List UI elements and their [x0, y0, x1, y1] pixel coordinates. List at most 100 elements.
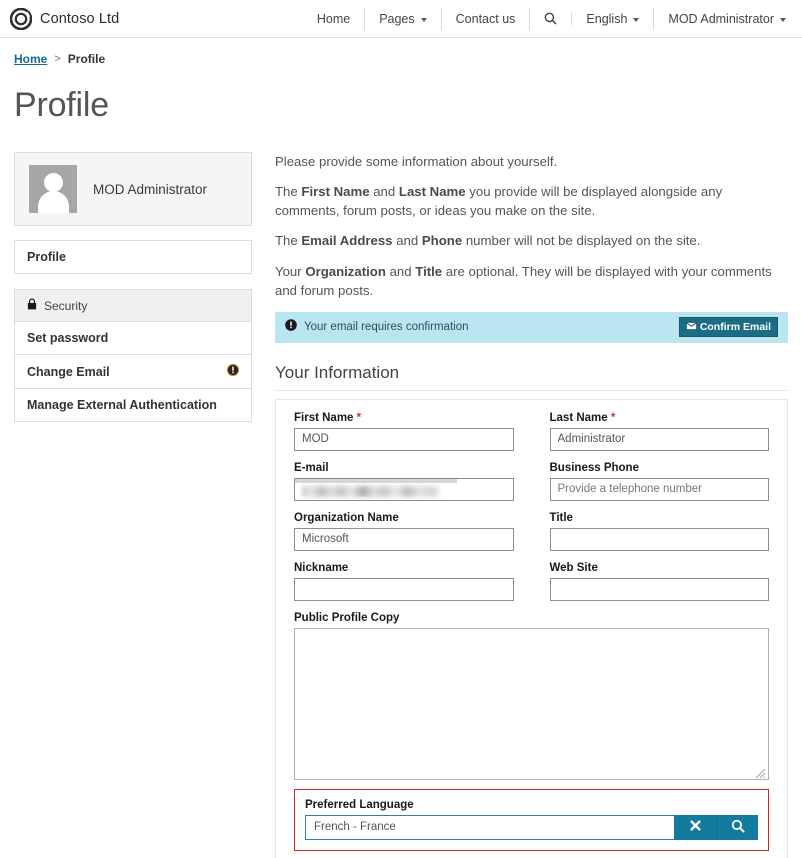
main-nav: Home Pages Contact us English MOD Admini… [303, 7, 790, 30]
nav-item-language[interactable]: English [572, 7, 655, 30]
preferred-language-clear-button[interactable] [674, 814, 716, 840]
email-label-text: E-mail [294, 461, 329, 474]
preferred-language-label: Preferred Language [305, 799, 758, 811]
email-label: E-mail [294, 462, 514, 474]
intro-p2-bold-last-name: Last Name [398, 184, 466, 200]
section-title-your-information: Your Information [275, 363, 788, 391]
field-group-title: Title [549, 512, 770, 551]
last-name-label: Last Name * [550, 412, 770, 424]
title-input[interactable] [549, 527, 769, 551]
field-group-organization-name: Organization Name [294, 512, 514, 551]
field-group-last-name: Last Name * [549, 412, 770, 451]
user-avatar-placeholder-icon [29, 165, 77, 213]
organization-name-label-text: Organization Name [294, 511, 399, 524]
intro-p4-bold-organization: Organization [305, 263, 386, 279]
nav-search-button[interactable] [530, 12, 573, 25]
chevron-down-icon [633, 17, 640, 22]
field-group-business-phone: Business Phone [549, 462, 769, 501]
sidebar-item-change-email-label: Change Email [27, 364, 110, 379]
nickname-label-text: Nickname [294, 561, 349, 574]
chevron-down-icon [780, 17, 786, 22]
public-profile-copy-textarea[interactable] [294, 627, 769, 780]
sidebar-item-change-email[interactable]: Change Email [15, 355, 251, 389]
first-name-label-text: First Name [294, 411, 354, 424]
intro-p3-part-d: number will not be displayed on the site… [462, 233, 701, 249]
nav-item-user-menu-label: MOD Administrator [668, 11, 774, 26]
field-group-email: E-mail [294, 462, 514, 501]
intro-paragraph-1: Please provide some information about yo… [275, 154, 558, 169]
nav-item-pages[interactable]: Pages [365, 7, 442, 30]
sidebar-item-set-password-label: Set password [27, 331, 109, 345]
page-title: Profile [14, 86, 109, 124]
form-row-email-phone: E-mail Business Phone [294, 462, 769, 501]
nav-item-language-label: English [586, 11, 628, 26]
business-phone-input[interactable] [549, 477, 769, 501]
confirm-email-button[interactable]: Confirm Email [678, 317, 778, 338]
web-site-label: Web Site [550, 562, 770, 574]
sidebar: MOD Administrator Profile Security Set p… [14, 152, 252, 422]
alert-message: Your email requires confirmation [304, 321, 469, 334]
web-site-input[interactable] [549, 577, 769, 601]
search-icon [544, 12, 557, 25]
intro-p2-part-c: and [369, 184, 399, 200]
nav-item-user-menu[interactable]: MOD Administrator [654, 8, 790, 30]
form-row-organization-title: Organization Name Title [294, 512, 769, 551]
field-group-web-site: Web Site [549, 562, 770, 601]
page-layout: MOD Administrator Profile Security Set p… [0, 125, 802, 858]
close-x-icon [689, 819, 702, 835]
organization-name-input[interactable] [294, 527, 514, 551]
sidebar-item-profile[interactable]: Profile [15, 241, 251, 274]
breadcrumb-link-home[interactable]: Home [14, 52, 47, 66]
first-name-input[interactable] [294, 427, 514, 451]
field-group-public-profile-copy: Public Profile Copy [294, 612, 769, 780]
nav-item-contact-us[interactable]: Contact us [442, 7, 531, 30]
form-row-nickname-website: Nickname Web Site [294, 562, 769, 601]
intro-p3-part-c: and [392, 233, 422, 249]
email-redacted-value [302, 485, 441, 497]
profile-card-name: MOD Administrator [93, 181, 208, 197]
required-asterisk: * [610, 411, 616, 424]
title-label: Title [550, 512, 770, 524]
sidebar-item-set-password[interactable]: Set password [15, 322, 251, 355]
intro-paragraph-3: The Email Address and Phone number will … [275, 231, 788, 250]
public-profile-copy-wrapper [294, 627, 769, 780]
first-name-label: First Name * [294, 412, 514, 424]
intro-paragraph-2: The First Name and Last Name you provide… [275, 182, 788, 220]
title-label-text: Title [549, 511, 573, 524]
intro-p2-part-a: The [275, 184, 302, 200]
last-name-input[interactable] [549, 427, 769, 451]
contoso-ring-logo-icon [9, 7, 33, 30]
sidebar-item-manage-external-authentication[interactable]: Manage External Authentication [15, 389, 251, 422]
last-name-label-text: Last Name [549, 411, 608, 424]
main-content: Please provide some information about yo… [275, 152, 788, 858]
preferred-language-input[interactable] [305, 814, 674, 840]
public-profile-copy-label-text: Public Profile Copy [294, 611, 400, 624]
nav-item-contact-us-label: Contact us [455, 11, 516, 26]
brand-logo-link[interactable]: Contoso Ltd [9, 7, 119, 30]
confirm-email-button-label: Confirm Email [699, 321, 771, 334]
nav-item-home[interactable]: Home [303, 7, 366, 30]
organization-name-label: Organization Name [294, 512, 514, 524]
required-asterisk: * [356, 411, 362, 424]
top-navigation-bar: Contoso Ltd Home Pages Contact us Englis… [0, 0, 802, 38]
nickname-input[interactable] [294, 577, 514, 601]
intro-text-block: Please provide some information about yo… [275, 152, 788, 300]
form-row-names: First Name * Last Name * [294, 412, 769, 451]
search-icon [731, 819, 745, 836]
intro-paragraph-4: Your Organization and Title are optional… [275, 262, 788, 300]
preferred-language-search-button[interactable] [716, 814, 758, 840]
intro-p3-part-a: The [275, 233, 302, 249]
email-redaction-bar [295, 478, 458, 483]
sidebar-primary-menu: Profile [14, 240, 252, 274]
web-site-label-text: Web Site [549, 561, 598, 574]
email-confirmation-alert: Your email requires confirmation Confirm… [275, 311, 788, 343]
intro-p4-bold-title: Title [415, 263, 443, 279]
field-group-nickname: Nickname [294, 562, 514, 601]
chevron-down-icon [420, 17, 427, 22]
envelope-icon [685, 321, 697, 333]
lock-icon [27, 298, 37, 313]
preferred-language-highlight-block: Preferred Language [294, 788, 769, 851]
info-exclamation-icon [226, 363, 240, 379]
breadcrumb-separator: > [54, 53, 61, 65]
sidebar-item-profile-label: Profile [27, 250, 66, 264]
